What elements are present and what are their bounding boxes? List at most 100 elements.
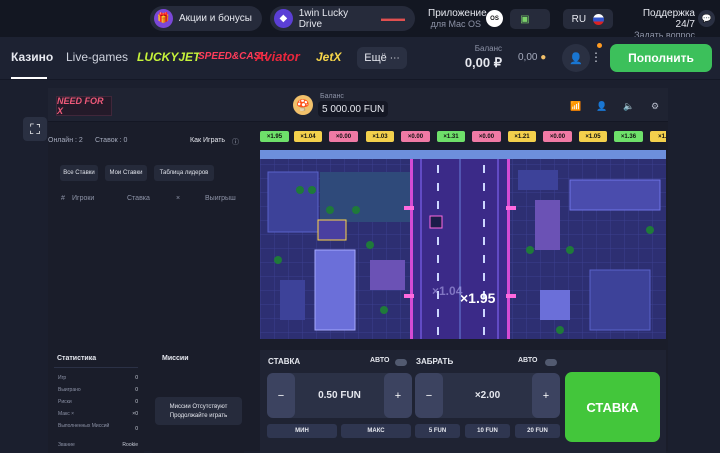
coef-badge: ×0.00 bbox=[401, 131, 430, 142]
chat-icon[interactable]: 💬 bbox=[698, 10, 715, 27]
cashout-label: ЗАБРАТЬ bbox=[416, 357, 454, 366]
user-icon: 👤 bbox=[569, 52, 583, 65]
col-multiplier: × bbox=[176, 195, 181, 202]
stake-decrease-button[interactable]: − bbox=[267, 373, 295, 418]
promotions-button[interactable]: 🎁 Акции и бонусы bbox=[150, 6, 262, 31]
bets-count: Ставок : 0 bbox=[95, 137, 128, 144]
coef-badge: ×1.03 bbox=[366, 131, 394, 142]
stake-increase-button[interactable]: + bbox=[384, 373, 412, 418]
stat-row: Звание Rookie bbox=[58, 442, 138, 448]
game-balance-value: 5 000.00 FUN bbox=[318, 101, 389, 117]
coef-badge: ×1.31 bbox=[437, 131, 465, 142]
nav-live-games[interactable]: Live-games bbox=[66, 50, 128, 64]
stats-divider bbox=[54, 367, 138, 368]
nav-casino[interactable]: Казино bbox=[11, 50, 53, 64]
bonus-balance[interactable]: 0,00 ● bbox=[518, 52, 546, 63]
coefficient-history: ×1.95 ×1.04 ×0.00 ×1.03 ×0.00 ×1.31 ×0.0… bbox=[260, 131, 666, 143]
missions-empty-box: Миссии Отсутствуют Продолжайте играть bbox=[155, 397, 242, 425]
lucky-drive-label: 1win Lucky Drive bbox=[298, 7, 349, 30]
sound-icon[interactable]: 🔈 bbox=[620, 97, 638, 115]
tab-my-bets[interactable]: Мои Ставки bbox=[105, 165, 147, 181]
coef-badge: ×1.21 bbox=[508, 131, 536, 142]
how-to-play-link[interactable]: Как Играть bbox=[190, 137, 225, 144]
app-title: Приложение bbox=[428, 8, 487, 19]
multiplier-faint: ×1.04 bbox=[432, 284, 463, 298]
nav-lucky-jet[interactable]: LUCKYJET bbox=[137, 50, 200, 64]
game-balance-label: Баланс bbox=[320, 93, 344, 100]
more-dropdown[interactable]: Ещё ⋯ bbox=[357, 47, 407, 69]
flag-icon bbox=[593, 13, 605, 25]
language-select[interactable]: RU bbox=[563, 9, 613, 29]
cashout-increase-button[interactable]: + bbox=[532, 373, 560, 418]
coef-badge: ×1.05 bbox=[579, 131, 607, 142]
game-header: NEED FOR X 🍄 Баланс 5 000.00 FUN 📶 👤 🔈 ⚙ bbox=[48, 88, 668, 122]
language-code: RU bbox=[571, 13, 587, 25]
nav-casino-underline bbox=[11, 77, 47, 79]
bonus-balance-value: 0,00 bbox=[518, 52, 538, 63]
cashout-value[interactable]: ×2.00 bbox=[475, 390, 500, 401]
stake-value[interactable]: 0.50 FUN bbox=[318, 390, 361, 401]
drive-logo-icon: ◆ bbox=[274, 9, 293, 28]
missions-panel: Миссии Миссии Отсутствуют Продолжайте иг… bbox=[152, 349, 244, 453]
app-subtitle: для Mac OS bbox=[430, 19, 481, 29]
coef-badge: ×1.3 bbox=[650, 131, 666, 142]
auto-cashout-label: АВТО bbox=[518, 357, 538, 364]
max-button[interactable]: МАКС bbox=[341, 424, 411, 438]
stats-panel: Статистика Игр 0 Выиграно 0 Риски 0 Макс × ×… bbox=[48, 349, 144, 453]
cars-icon: ▬▬▬ bbox=[381, 14, 405, 23]
min-button[interactable]: МИН bbox=[267, 424, 337, 438]
col-number: # bbox=[61, 195, 65, 202]
user-icon[interactable]: 👤 bbox=[593, 97, 611, 115]
coef-badge: ×1.95 bbox=[260, 131, 289, 142]
macos-icon[interactable]: OS bbox=[486, 10, 503, 27]
game-logo: NEED FOR X bbox=[56, 96, 112, 116]
cashout-decrease-button[interactable]: − bbox=[415, 373, 443, 418]
coef-badge: ×0.00 bbox=[472, 131, 501, 142]
auto-label: АВТО bbox=[370, 357, 390, 364]
stats-title: Статистика bbox=[57, 355, 97, 362]
auto-stake-toggle[interactable] bbox=[395, 359, 407, 366]
android-icon: ▣ bbox=[520, 13, 530, 25]
tab-leaderboard[interactable]: Таблица лидеров bbox=[154, 165, 214, 181]
nav-aviator[interactable]: Aviator bbox=[255, 49, 300, 64]
missions-empty-line1: Миссии Отсутствуют bbox=[169, 404, 228, 410]
more-label: Ещё bbox=[364, 52, 387, 64]
balance-value: 0,00 ₽ bbox=[464, 55, 502, 70]
fullscreen-icon[interactable]: ⛶ bbox=[23, 117, 47, 141]
app-download-link[interactable]: Приложение для Mac OS bbox=[428, 8, 487, 30]
stat-row: Выиграно 0 bbox=[58, 387, 138, 393]
coef-badge: ×1.04 bbox=[294, 131, 322, 142]
game-scene bbox=[260, 150, 666, 339]
online-count: Онлайн : 2 bbox=[48, 137, 83, 144]
tab-all-bets[interactable]: Все Ставки bbox=[60, 165, 98, 181]
place-bet-button[interactable]: СТАВКА bbox=[565, 372, 660, 442]
platform-button[interactable]: ▣ bbox=[510, 9, 550, 29]
nav-jetx[interactable]: JetX bbox=[316, 50, 341, 64]
menu-dots-icon[interactable]: ⋮ bbox=[590, 50, 602, 64]
col-players: Игроки bbox=[72, 195, 95, 202]
missions-empty-line2: Продолжайте играть bbox=[169, 413, 228, 419]
gift-icon: 🎁 bbox=[154, 9, 173, 28]
notification-dot bbox=[597, 43, 602, 48]
player-avatar: 🍄 bbox=[293, 95, 313, 115]
profile-button[interactable]: 👤 bbox=[562, 44, 590, 72]
quick-bet-20[interactable]: 20 FUN bbox=[515, 424, 560, 438]
coef-badge: ×1.36 bbox=[614, 131, 643, 142]
info-icon[interactable]: ⓘ bbox=[232, 137, 239, 147]
lucky-drive-button[interactable]: ◆ 1win Lucky Drive ▬▬▬ bbox=[270, 6, 415, 31]
bets-panel: Онлайн : 2 Ставок : 0 Как Играть ⓘ Все С… bbox=[48, 130, 244, 345]
signal-icon[interactable]: 📶 bbox=[567, 97, 585, 115]
main-nav: Казино Live-games LUCKYJET SPEED&CASH Av… bbox=[0, 37, 720, 80]
stat-row: Риски 0 bbox=[58, 399, 138, 405]
quick-bet-10[interactable]: 10 FUN bbox=[465, 424, 510, 438]
deposit-button[interactable]: Пополнить bbox=[610, 44, 712, 72]
stake-label: СТАВКА bbox=[268, 357, 301, 366]
stat-row: Макс × ×0 bbox=[58, 411, 138, 417]
stat-row: Выполненных Миссий bbox=[58, 423, 110, 429]
auto-cashout-toggle[interactable] bbox=[545, 359, 557, 366]
quick-bet-5[interactable]: 5 FUN bbox=[415, 424, 460, 438]
support-title: Поддержка 24/7 bbox=[642, 8, 695, 30]
promotions-label: Акции и бонусы bbox=[179, 13, 252, 24]
bet-panel: СТАВКА АВТО ЗАБРАТЬ АВТО 0.50 FUN − + ×2… bbox=[260, 350, 666, 453]
settings-icon[interactable]: ⚙ bbox=[646, 97, 664, 115]
